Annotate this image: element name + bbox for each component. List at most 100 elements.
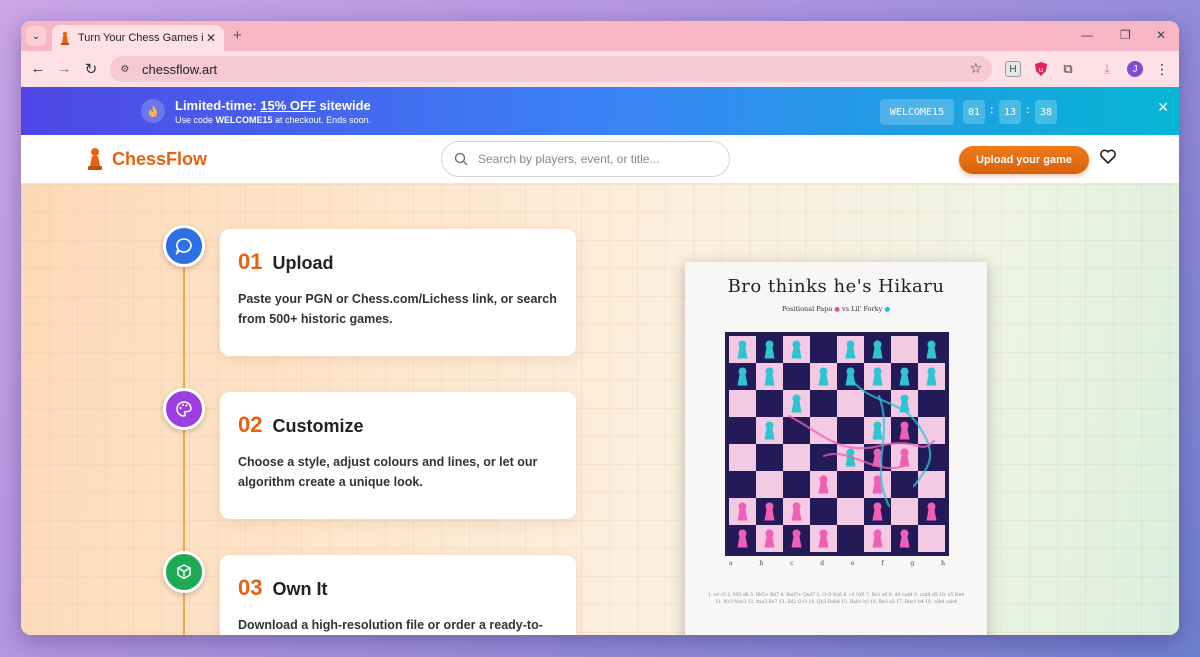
puzzle-extensions-icon[interactable]: ⧉ bbox=[1060, 61, 1076, 77]
board-square bbox=[891, 336, 918, 363]
more-menu-icon[interactable]: ⋮ bbox=[1154, 61, 1170, 77]
black-player-name: Lil' Forky bbox=[851, 305, 883, 313]
board-square bbox=[756, 471, 783, 498]
minimize-icon[interactable]: — bbox=[1081, 28, 1093, 42]
palette-icon bbox=[163, 388, 205, 430]
promo-subtext: Use code WELCOME15 at checkout. Ends soo… bbox=[175, 115, 372, 125]
white-player-name: Positional Papa bbox=[781, 305, 833, 313]
board-square bbox=[729, 471, 756, 498]
step-number: 02 bbox=[238, 412, 263, 437]
brand-logo[interactable]: ChessFlow bbox=[87, 147, 207, 171]
countdown-colon: : bbox=[990, 105, 994, 116]
board-square bbox=[837, 390, 864, 417]
board-square bbox=[837, 525, 864, 552]
board-square bbox=[729, 444, 756, 471]
tab-title: Turn Your Chess Games into Stu bbox=[78, 32, 204, 44]
tab-search-button[interactable]: ⌄ bbox=[26, 26, 46, 46]
site-info-icon[interactable]: ⚙ bbox=[118, 62, 132, 76]
restore-icon[interactable]: ❐ bbox=[1120, 28, 1131, 42]
search-icon bbox=[454, 152, 468, 166]
reload-icon[interactable]: ↻ bbox=[82, 60, 100, 78]
close-window-icon[interactable]: ✕ bbox=[1156, 28, 1166, 42]
countdown-hours: 01 bbox=[963, 100, 985, 124]
site-header: ChessFlow Search by players, event, or t… bbox=[21, 135, 1179, 184]
upload-game-button[interactable]: Upload your game bbox=[959, 146, 1089, 174]
tab-strip: ⌄ Turn Your Chess Games into Stu ✕ + — ❐… bbox=[21, 21, 1179, 51]
promo-code-badge[interactable]: WELCOME15 bbox=[880, 99, 954, 125]
chevron-down-icon: ⌄ bbox=[31, 30, 41, 42]
board-square bbox=[729, 390, 756, 417]
board-square bbox=[810, 336, 837, 363]
new-tab-icon[interactable]: + bbox=[233, 27, 242, 44]
chessflow-favicon-icon bbox=[58, 31, 72, 45]
board-square bbox=[729, 417, 756, 444]
h-extension-icon[interactable]: H bbox=[1005, 61, 1021, 77]
step-card-own-it: 03 Own It Download a high-resolution file… bbox=[220, 555, 576, 635]
forward-icon[interactable]: → bbox=[55, 60, 73, 77]
step-description: Download a high-resolution file or order… bbox=[238, 618, 543, 632]
shield-extension-icon[interactable]: u bbox=[1033, 61, 1049, 77]
poster-title: Bro thinks he's Hikaru bbox=[727, 276, 945, 297]
board-square bbox=[837, 498, 864, 525]
countdown-colon: : bbox=[1026, 105, 1030, 116]
browser-window: ⌄ Turn Your Chess Games into Stu ✕ + — ❐… bbox=[21, 21, 1179, 635]
brand-name: ChessFlow bbox=[112, 148, 208, 169]
how-it-works-section: 01 Upload Paste your PGN or Chess.com/Lic… bbox=[21, 184, 1179, 635]
step-title: Own It bbox=[272, 579, 328, 599]
heart-icon[interactable] bbox=[1099, 148, 1117, 166]
back-icon[interactable]: ← bbox=[29, 60, 47, 77]
file-labels: a b c d e f g h bbox=[729, 560, 945, 567]
download-icon[interactable]: ⤓ bbox=[1099, 61, 1115, 77]
file-label: d bbox=[820, 560, 825, 567]
profile-avatar[interactable]: J bbox=[1127, 61, 1143, 77]
flame-icon bbox=[141, 99, 165, 123]
cyan-dot: ● bbox=[884, 305, 891, 313]
board-square bbox=[783, 471, 810, 498]
tab-active[interactable]: Turn Your Chess Games into Stu ✕ bbox=[52, 25, 224, 51]
chat-bubble-icon bbox=[163, 225, 205, 267]
cube-icon bbox=[163, 551, 205, 593]
step-description: Paste your PGN or Chess.com/Lichess link… bbox=[238, 292, 557, 326]
step-number: 01 bbox=[238, 249, 263, 274]
chess-board-art bbox=[729, 336, 945, 552]
countdown-minutes: 13 bbox=[999, 100, 1021, 124]
move-list: 1. e4 c5 2. Nf3 d6 3. Bb5+ Bd7 4. Bxd7+ … bbox=[707, 593, 965, 605]
board-square bbox=[837, 417, 864, 444]
step-description: Choose a style, adjust colours and lines… bbox=[238, 455, 538, 489]
board-square bbox=[756, 444, 783, 471]
chess-board bbox=[725, 332, 949, 556]
file-label: h bbox=[941, 560, 945, 567]
board-square bbox=[918, 390, 945, 417]
close-banner-icon[interactable]: ✕ bbox=[1157, 99, 1169, 116]
svg-text:u: u bbox=[1039, 66, 1043, 74]
search-input[interactable]: Search by players, event, or title... bbox=[441, 141, 730, 177]
board-square bbox=[783, 363, 810, 390]
step-title: Upload bbox=[272, 253, 334, 273]
vs-label: vs bbox=[842, 305, 850, 313]
bookmark-star-icon[interactable]: ☆ bbox=[969, 60, 982, 77]
file-label: e bbox=[850, 560, 855, 567]
poster-players: Positional Papa ● vs Lil' Forky ● bbox=[685, 305, 987, 313]
file-label: g bbox=[910, 560, 915, 567]
countdown-seconds: 38 bbox=[1035, 100, 1057, 124]
board-square bbox=[756, 390, 783, 417]
chess-poster-preview[interactable]: Bro thinks he's Hikaru Positional Papa ●… bbox=[685, 262, 987, 635]
file-label: f bbox=[881, 560, 884, 567]
board-square bbox=[918, 444, 945, 471]
board-square bbox=[810, 390, 837, 417]
pawn-logo-icon bbox=[88, 148, 102, 170]
tab-close-icon[interactable]: ✕ bbox=[204, 31, 218, 45]
board-square bbox=[783, 444, 810, 471]
promo-banner: Limited-time: 15% OFF sitewide Use code … bbox=[21, 87, 1179, 135]
file-label: b bbox=[759, 560, 764, 567]
url-text: chessflow.art bbox=[142, 61, 218, 77]
step-card-upload: 01 Upload Paste your PGN or Chess.com/Lic… bbox=[220, 229, 576, 356]
url-field[interactable]: ⚙ chessflow.art ☆ bbox=[110, 56, 992, 82]
file-label: c bbox=[790, 560, 794, 567]
step-title: Customize bbox=[272, 416, 364, 436]
board-square bbox=[810, 498, 837, 525]
step-number: 03 bbox=[238, 575, 263, 600]
search-placeholder: Search by players, event, or title... bbox=[478, 152, 660, 166]
board-square bbox=[891, 498, 918, 525]
address-bar: ← → ↻ ⚙ chessflow.art ☆ H u ⧉ ⤓ J ⋮ bbox=[21, 51, 1179, 87]
